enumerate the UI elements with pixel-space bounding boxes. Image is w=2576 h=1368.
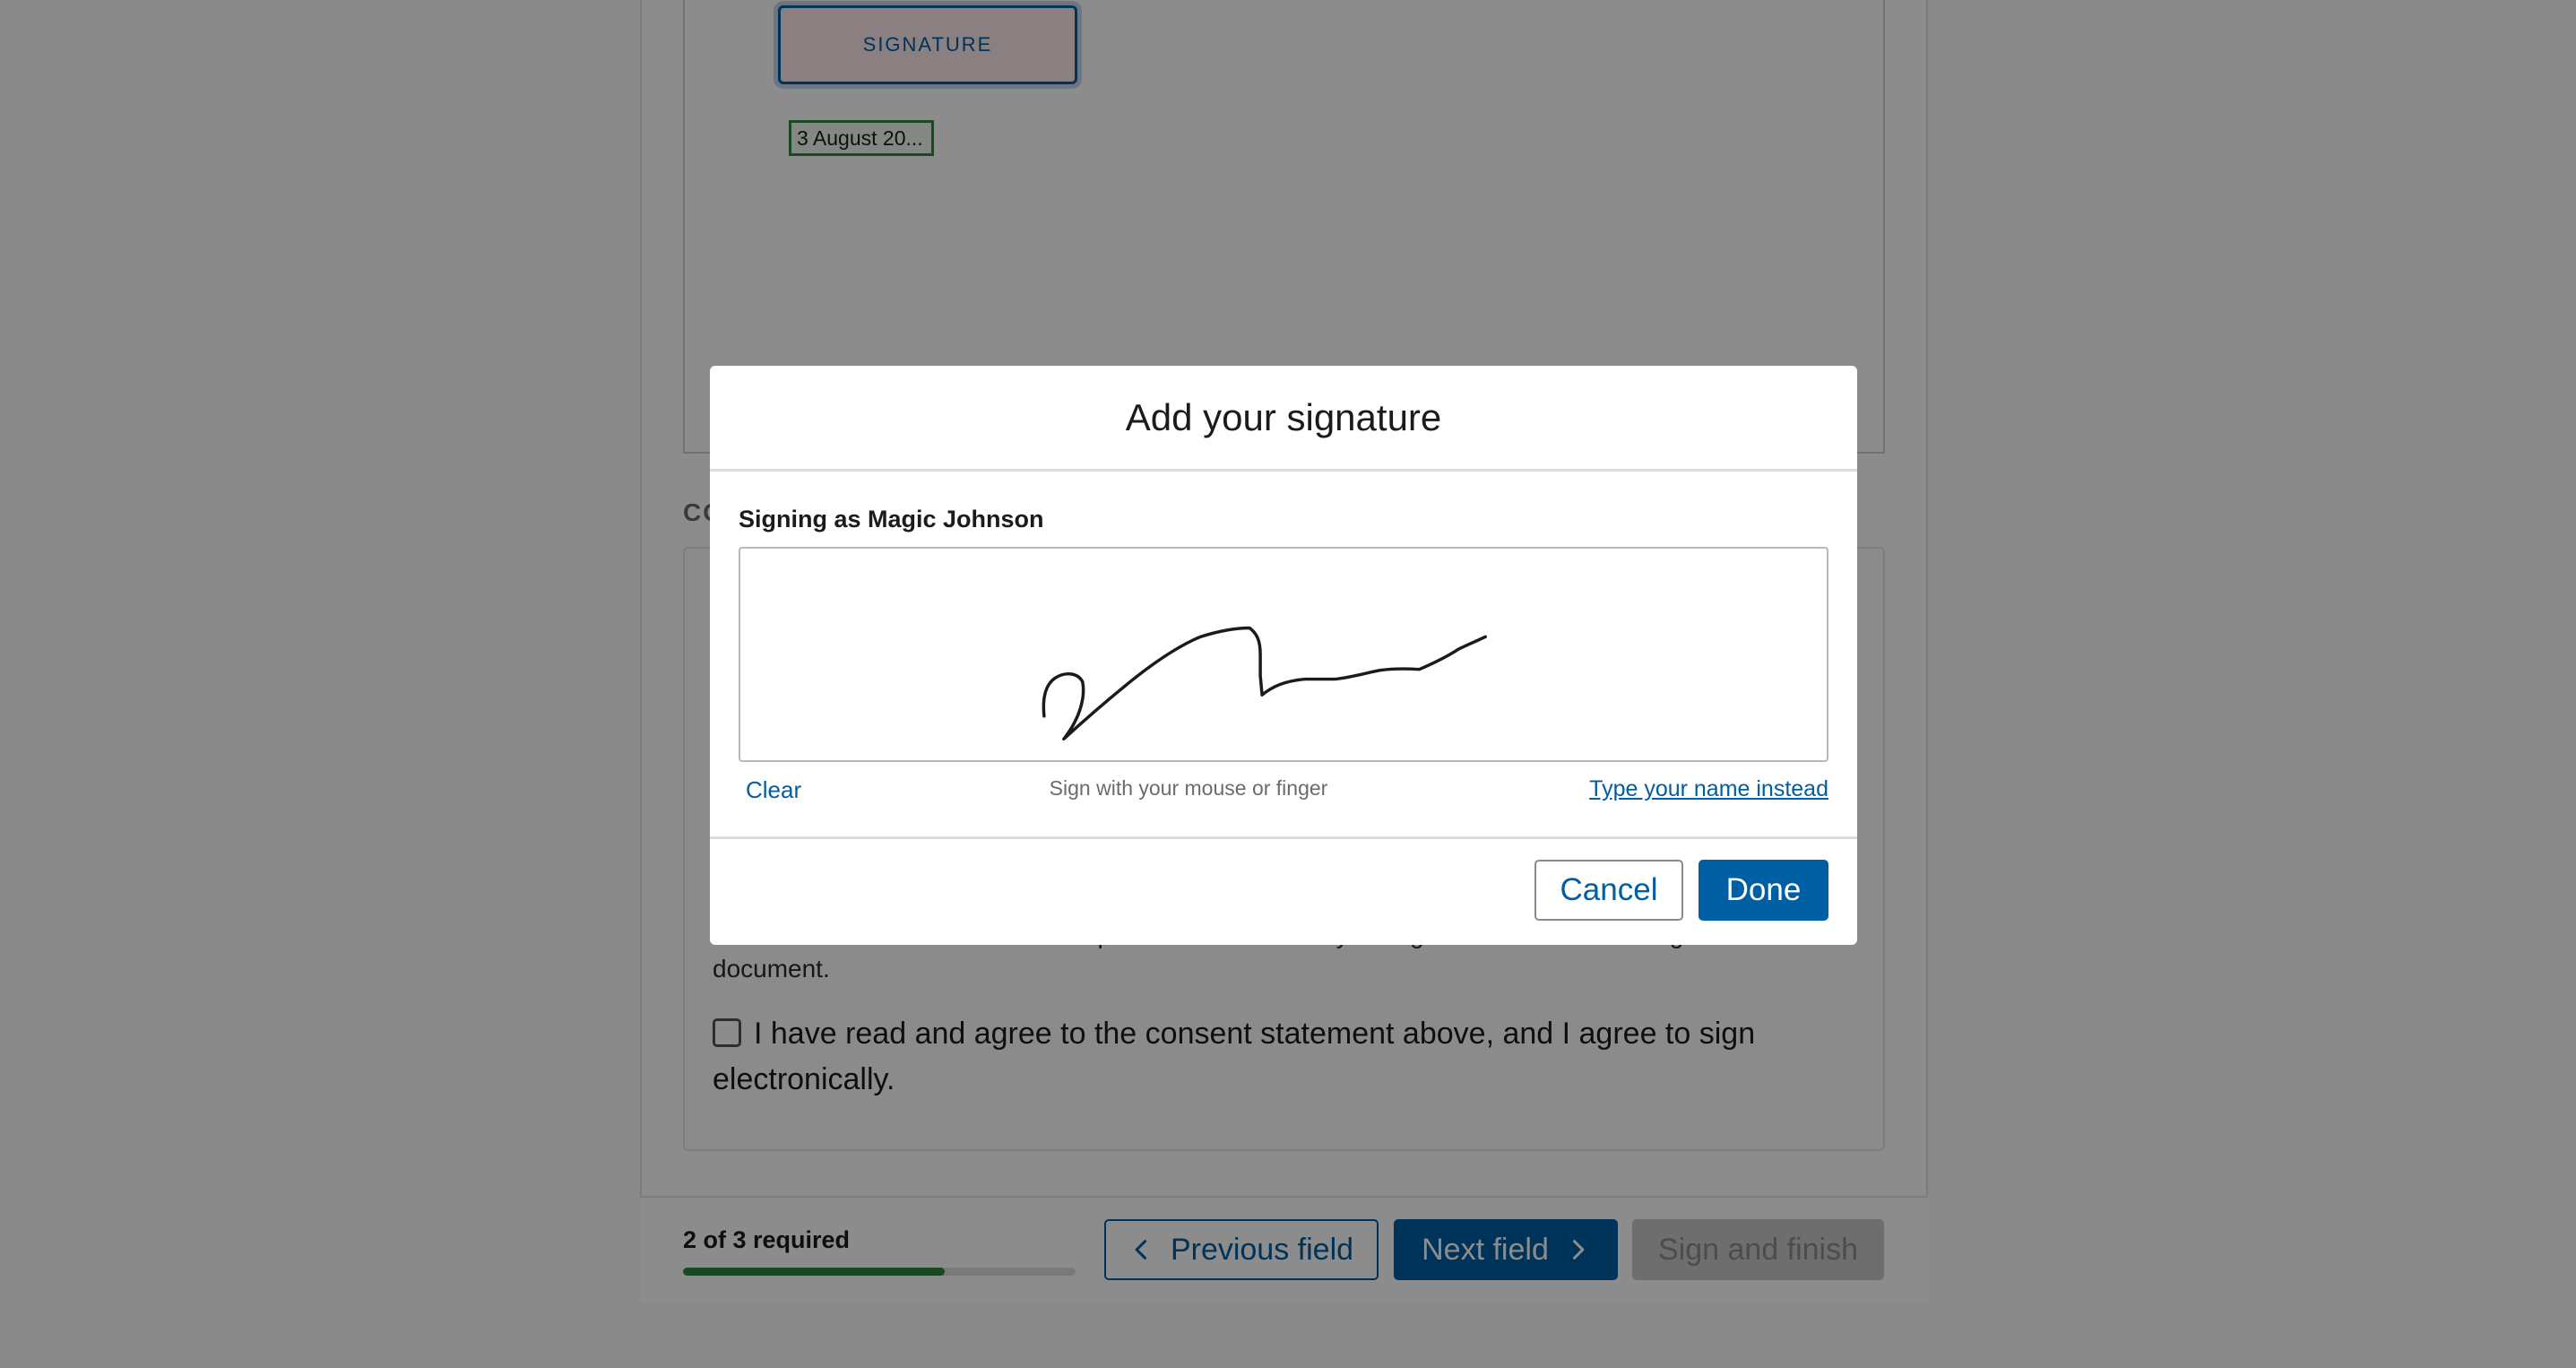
done-button[interactable]: Done — [1699, 860, 1828, 921]
signature-pad[interactable] — [739, 547, 1828, 762]
modal-title: Add your signature — [1125, 395, 1442, 438]
signature-stroke — [1042, 626, 1488, 741]
cancel-button[interactable]: Cancel — [1534, 860, 1683, 921]
type-name-instead-link[interactable]: Type your name instead — [1589, 776, 1828, 802]
signature-modal: Add your signature Signing as Magic John… — [710, 366, 1857, 945]
modal-header: Add your signature — [710, 366, 1857, 472]
signing-as-label: Signing as Magic Johnson — [739, 506, 1044, 532]
modal-footer — [710, 836, 1857, 945]
